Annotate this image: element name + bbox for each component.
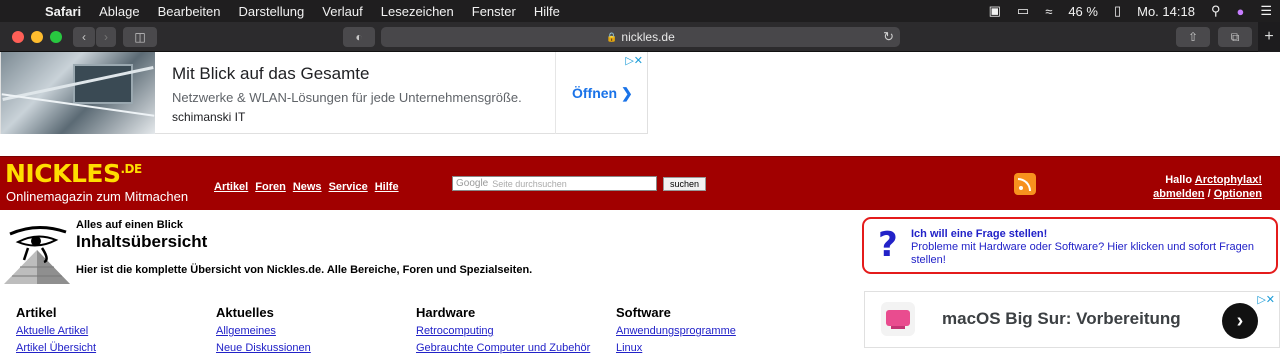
ad-divider <box>555 52 556 134</box>
google-brand: Google <box>456 178 489 189</box>
menu-bearbeiten[interactable]: Bearbeiten <box>149 4 230 19</box>
ad-banner-top[interactable]: Mit Blick auf das Gesamte Netzwerke & WL… <box>0 52 648 134</box>
new-tab-icon[interactable]: + <box>1258 22 1280 52</box>
column-heading: Software <box>616 305 671 320</box>
search-placeholder: Seite durchsuchen <box>492 178 567 189</box>
forward-arrow-icon[interactable]: › <box>96 27 116 47</box>
nav-news[interactable]: News <box>293 181 322 193</box>
url-text: nickles.de <box>621 30 675 44</box>
link-linux[interactable]: Linux <box>616 342 736 354</box>
column-artikel: Artikel Aktuelle Artikel Artikel Übersic… <box>16 305 96 354</box>
column-hardware: Hardware Retrocomputing Gebrauchte Compu… <box>416 305 590 354</box>
sidebar-toggle-icon[interactable]: ◫ <box>123 27 157 47</box>
safari-toolbar: ‹ › ◫ ◐ 🔒 nickles.de ↻ ⇧ ⧉ + <box>0 22 1280 52</box>
lock-icon: 🔒 <box>606 31 618 42</box>
zoom-window-button[interactable] <box>50 31 62 43</box>
nav-foren[interactable]: Foren <box>255 181 286 193</box>
column-heading: Aktuelles <box>216 305 274 320</box>
column-aktuelles: Aktuelles Allgemeines Neue Diskussionen <box>216 305 311 354</box>
clock[interactable]: Mo. 14:18 <box>1129 4 1203 19</box>
user-panel: Hallo Arctophylax! abmelden / Optionen <box>1153 173 1262 201</box>
column-software: Software Anwendungsprogramme Linux <box>616 305 736 354</box>
link-aktuelle-artikel[interactable]: Aktuelle Artikel <box>16 325 96 337</box>
link-neue-diskussionen[interactable]: Neue Diskussionen <box>216 342 311 354</box>
nav-service[interactable]: Service <box>329 181 368 193</box>
macos-menubar: Safari Ablage Bearbeiten Darstellung Ver… <box>0 0 1280 22</box>
ask-question-text[interactable]: Probleme mit Hardware oder Software? Hie… <box>911 241 1261 267</box>
ad-advertiser: schimanski IT <box>172 110 246 124</box>
macos-installer-icon <box>881 302 915 336</box>
menu-safari[interactable]: Safari <box>36 4 90 19</box>
ask-question-box[interactable]: ? Ich will eine Frage stellen! Probleme … <box>862 217 1278 274</box>
site-tagline: Onlinemagazin zum Mitmachen <box>6 189 189 204</box>
spotlight-search-icon[interactable]: ⚲ <box>1203 3 1229 19</box>
column-heading: Hardware <box>416 305 476 320</box>
tabs-overview-icon[interactable]: ⧉ <box>1218 27 1252 47</box>
privacy-shield-icon[interactable]: ◐ <box>343 27 375 47</box>
ad-network-image[interactable] <box>1 52 155 134</box>
page-kicker: Alles auf einen Blick <box>76 219 183 231</box>
notification-center-icon[interactable]: ☰ <box>1252 3 1280 19</box>
page-title: Inhaltsübersicht <box>76 232 208 251</box>
nav-hilfe[interactable]: Hilfe <box>375 181 399 193</box>
question-mark-icon: ? <box>878 225 898 265</box>
options-link[interactable]: Optionen <box>1214 188 1262 200</box>
address-bar[interactable]: 🔒 nickles.de ↻ <box>381 27 900 47</box>
battery-percent[interactable]: 46 % <box>1060 4 1106 19</box>
page-description: Hier ist die komplette Übersicht von Nic… <box>76 264 533 276</box>
nav-artikel[interactable]: Artikel <box>214 181 248 193</box>
options-separator: / <box>1207 188 1211 200</box>
ad-open-button[interactable]: Öffnen ❯ <box>572 85 633 102</box>
menu-hilfe[interactable]: Hilfe <box>525 4 569 19</box>
ask-question-title[interactable]: Ich will eine Frage stellen! <box>911 228 1047 240</box>
column-heading: Artikel <box>16 305 57 320</box>
site-header: NICKLES.DE Onlinemagazin zum Mitmachen A… <box>0 156 1280 210</box>
menu-ablage[interactable]: Ablage <box>90 4 148 19</box>
minimize-window-button[interactable] <box>31 31 43 43</box>
ad-title[interactable]: Mit Blick auf das Gesamte <box>172 64 369 84</box>
ad-banner-sidebar[interactable]: macOS Big Sur: Vorbereitung › ▷✕ <box>864 291 1280 348</box>
airplay-icon[interactable]: ▭ <box>1009 3 1037 19</box>
link-allgemeines[interactable]: Allgemeines <box>216 325 311 337</box>
rss-feed-icon[interactable] <box>1014 173 1036 195</box>
site-logo[interactable]: NICKLES.DE <box>5 159 142 188</box>
username-link[interactable]: Arctophylax! <box>1195 174 1262 186</box>
close-window-button[interactable] <box>12 31 24 43</box>
adchoices-icon[interactable]: ▷✕ <box>625 54 643 67</box>
search-input[interactable]: Google Seite durchsuchen <box>452 176 657 191</box>
link-gebrauchte-computer[interactable]: Gebrauchte Computer und Zubehör <box>416 342 590 354</box>
link-artikel-uebersicht[interactable]: Artikel Übersicht <box>16 342 96 354</box>
user-switch-icon[interactable]: ▣ <box>981 3 1009 19</box>
chevron-right-icon: ❯ <box>621 85 633 101</box>
menu-lesezeichen[interactable]: Lesezeichen <box>372 4 463 19</box>
logout-link[interactable]: abmelden <box>1153 188 1204 200</box>
menu-fenster[interactable]: Fenster <box>463 4 525 19</box>
reload-icon[interactable]: ↻ <box>883 29 894 45</box>
menu-darstellung[interactable]: Darstellung <box>230 4 314 19</box>
wifi-icon[interactable]: ≈ <box>1037 4 1060 19</box>
ad-description: Netzwerke & WLAN-Lösungen für jede Unter… <box>172 90 522 105</box>
siri-icon[interactable]: ● <box>1228 4 1252 19</box>
back-arrow-icon[interactable]: ‹ <box>73 27 95 47</box>
ad-title[interactable]: macOS Big Sur: Vorbereitung <box>942 309 1181 329</box>
link-retrocomputing[interactable]: Retrocomputing <box>416 325 590 337</box>
battery-icon[interactable]: ▯ <box>1106 3 1129 19</box>
adchoices-icon[interactable]: ▷✕ <box>1257 293 1275 306</box>
eye-pyramid-icon <box>4 226 70 284</box>
share-icon[interactable]: ⇧ <box>1176 27 1210 47</box>
main-nav: Artikel Foren News Service Hilfe <box>214 181 399 193</box>
search-button[interactable]: suchen <box>663 177 707 191</box>
link-anwendungsprogramme[interactable]: Anwendungsprogramme <box>616 325 736 337</box>
chevron-right-icon[interactable]: › <box>1222 303 1258 339</box>
greeting-text: Hallo <box>1165 174 1193 186</box>
menu-verlauf[interactable]: Verlauf <box>313 4 371 19</box>
